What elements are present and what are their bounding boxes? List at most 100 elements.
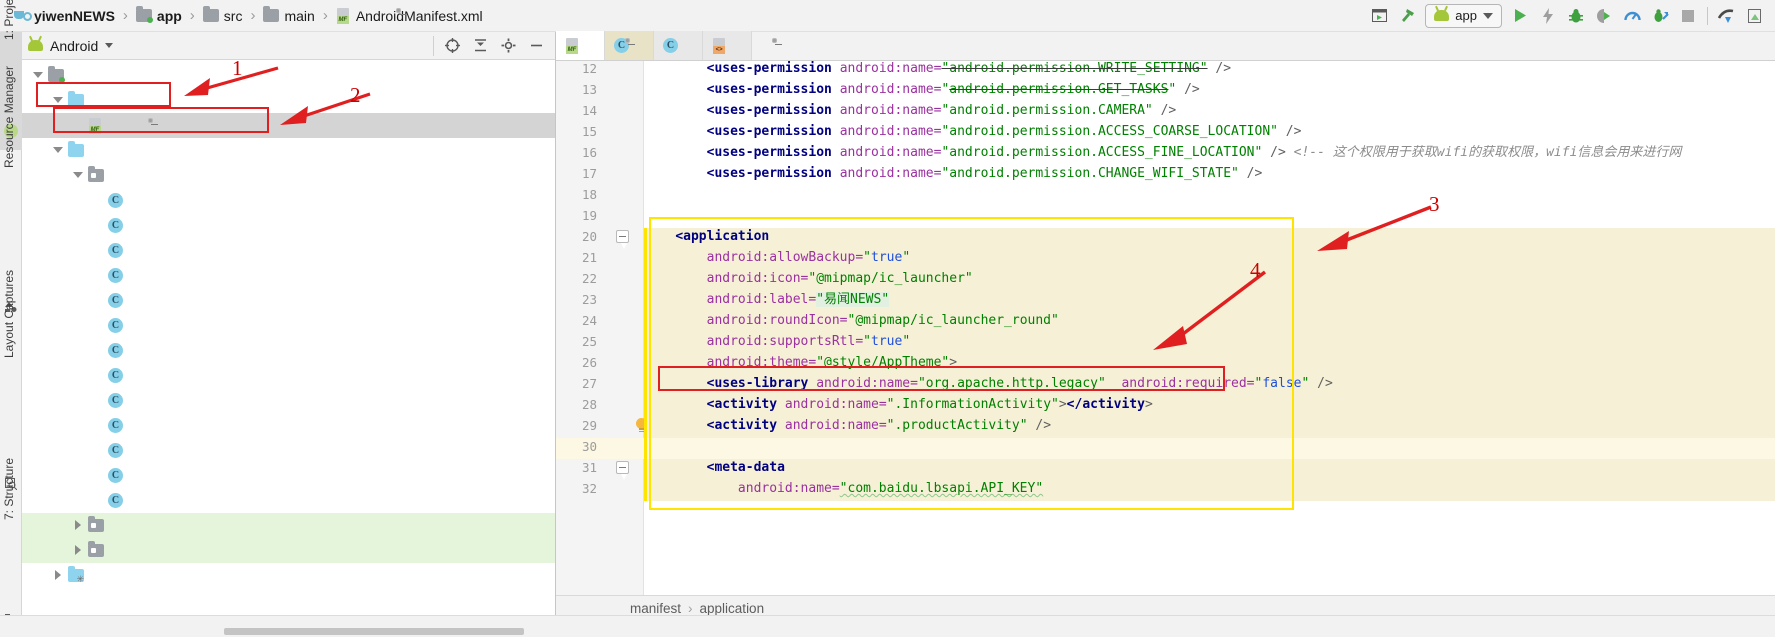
sidebar-item-resource-manager[interactable]: Resource Manager bbox=[2, 38, 16, 168]
tree-item[interactable] bbox=[22, 563, 555, 588]
tree-expander-expanded[interactable] bbox=[32, 69, 45, 82]
tree-expander-expanded[interactable] bbox=[52, 144, 65, 157]
code-token bbox=[644, 460, 707, 475]
code-token: android:name= bbox=[840, 145, 942, 160]
breadcrumb-separator: › bbox=[318, 7, 333, 24]
editor-breadcrumb-application[interactable]: application bbox=[700, 601, 765, 616]
gradle-sync-icon[interactable] bbox=[1713, 3, 1741, 29]
code-token bbox=[644, 250, 707, 265]
run-configuration-selector[interactable]: app bbox=[1425, 4, 1502, 28]
tree-expander-collapsed[interactable] bbox=[72, 544, 85, 557]
play-icon[interactable] bbox=[1506, 3, 1534, 29]
breadcrumb-item-main[interactable]: main bbox=[260, 4, 317, 28]
code-token bbox=[1106, 376, 1122, 391]
code-token: android:allowBackup= bbox=[707, 250, 864, 265]
sidebar-item-project[interactable]: 1: Project bbox=[2, 0, 16, 40]
sidebar-item-layout-captures[interactable]: Layout Captures bbox=[2, 240, 16, 358]
code-token bbox=[644, 481, 738, 496]
line-number: 22 bbox=[557, 271, 597, 286]
project-view-selector[interactable]: Android bbox=[28, 38, 113, 54]
code-fold-toggle[interactable] bbox=[616, 230, 629, 243]
tree-item[interactable] bbox=[22, 513, 555, 538]
line-number: 16 bbox=[557, 145, 597, 160]
avd-icon[interactable] bbox=[1741, 3, 1769, 29]
tree-item[interactable]: C bbox=[22, 313, 555, 338]
code-token: "@mipmap/ic_launcher_round" bbox=[848, 313, 1059, 328]
project-tree[interactable]: MFCCCCCCCCCCCCC bbox=[22, 61, 555, 637]
project-horizontal-scrollbar[interactable] bbox=[224, 628, 524, 635]
tree-item[interactable]: C bbox=[22, 188, 555, 213]
tree-item[interactable]: MF bbox=[22, 113, 555, 138]
editor-tab[interactable]: <> bbox=[703, 31, 752, 60]
tree-expander-expanded[interactable] bbox=[72, 169, 85, 182]
tree-item[interactable] bbox=[22, 88, 555, 113]
tree-item[interactable]: C bbox=[22, 388, 555, 413]
breadcrumb-item-project[interactable]: yiwenNEWS bbox=[10, 4, 118, 28]
collapse-all-icon[interactable] bbox=[467, 34, 493, 58]
code-text[interactable]: <uses-permission android:name="android.p… bbox=[644, 61, 1775, 595]
editor-tab[interactable]: MF bbox=[556, 31, 605, 60]
tree-expander-none bbox=[92, 344, 105, 357]
editor-tab[interactable]: C bbox=[605, 31, 654, 60]
folder-module-icon bbox=[136, 9, 152, 22]
tree-item[interactable] bbox=[22, 538, 555, 563]
settings-gear-icon[interactable] bbox=[495, 34, 521, 58]
tree-item[interactable]: C bbox=[22, 213, 555, 238]
annotation-number-1: 1 bbox=[232, 56, 243, 81]
editor-tab[interactable]: C bbox=[654, 31, 703, 60]
editor-gutter[interactable]: 1213141516171819202122232425262728293031… bbox=[556, 61, 644, 595]
tree-item[interactable]: C bbox=[22, 263, 555, 288]
coverage-icon[interactable] bbox=[1590, 3, 1618, 29]
tree-item[interactable]: C bbox=[22, 463, 555, 488]
editor-breadcrumb-manifest[interactable]: manifest bbox=[630, 601, 681, 616]
code-editor[interactable]: 1213141516171819202122232425262728293031… bbox=[556, 61, 1775, 595]
tree-item[interactable]: C bbox=[22, 438, 555, 463]
code-token: " bbox=[965, 271, 973, 286]
code-token: " bbox=[863, 250, 871, 265]
editor-tabs[interactable]: MFCC<> bbox=[556, 32, 1775, 61]
manifest-file-icon: MF bbox=[565, 38, 580, 54]
sidebar-item-structure[interactable]: 7: Structure bbox=[2, 432, 16, 520]
tree-item[interactable] bbox=[22, 138, 555, 163]
breadcrumb-item-src[interactable]: src bbox=[200, 4, 246, 28]
tree-item[interactable] bbox=[22, 63, 555, 88]
breadcrumb-item-file[interactable]: MF AndroidManifest.xml bbox=[333, 4, 486, 28]
code-token: "org.apache.http.legacy" bbox=[918, 376, 1106, 391]
tree-item[interactable]: C bbox=[22, 288, 555, 313]
device-window-icon[interactable] bbox=[1365, 3, 1393, 29]
tree-expander-expanded[interactable] bbox=[52, 94, 65, 107]
tree-item[interactable]: C bbox=[22, 363, 555, 388]
code-token bbox=[644, 355, 707, 370]
attach-debugger-icon[interactable] bbox=[1646, 3, 1674, 29]
tree-item[interactable]: C bbox=[22, 488, 555, 513]
code-token: "com.baidu.lbsapi.API_KEY" bbox=[840, 481, 1044, 496]
breadcrumb-label: main bbox=[284, 8, 314, 24]
code-token: <uses-permission bbox=[707, 103, 840, 118]
hammer-icon[interactable] bbox=[1393, 3, 1421, 29]
tree-expander-none bbox=[92, 244, 105, 257]
code-line: <uses-library android:name="org.apache.h… bbox=[644, 373, 1333, 394]
code-token: android:label= bbox=[707, 292, 817, 307]
manifest-file-icon: MF bbox=[336, 8, 351, 24]
class-icon: C bbox=[108, 218, 123, 233]
tree-item[interactable] bbox=[22, 163, 555, 188]
breadcrumb-label: src bbox=[224, 8, 243, 24]
bug-icon[interactable] bbox=[1562, 3, 1590, 29]
stop-square-icon[interactable] bbox=[1674, 3, 1702, 29]
code-token: android:icon= bbox=[707, 271, 809, 286]
tree-expander-collapsed[interactable] bbox=[72, 519, 85, 532]
code-fold-toggle[interactable] bbox=[616, 461, 629, 474]
lightning-icon[interactable] bbox=[1534, 3, 1562, 29]
code-token bbox=[644, 229, 675, 244]
code-token: android:name= bbox=[840, 61, 942, 76]
gauge-icon[interactable] bbox=[1618, 3, 1646, 29]
hide-panel-icon[interactable] bbox=[523, 34, 549, 58]
tree-item[interactable]: C bbox=[22, 338, 555, 363]
tree-item[interactable]: C bbox=[22, 413, 555, 438]
breadcrumb-item-module[interactable]: app bbox=[133, 4, 185, 28]
annotation-number-2: 2 bbox=[350, 83, 361, 108]
code-token: <uses-permission bbox=[707, 61, 840, 76]
tree-item[interactable]: C bbox=[22, 238, 555, 263]
target-icon[interactable] bbox=[439, 34, 465, 58]
tree-expander-collapsed[interactable] bbox=[52, 569, 65, 582]
